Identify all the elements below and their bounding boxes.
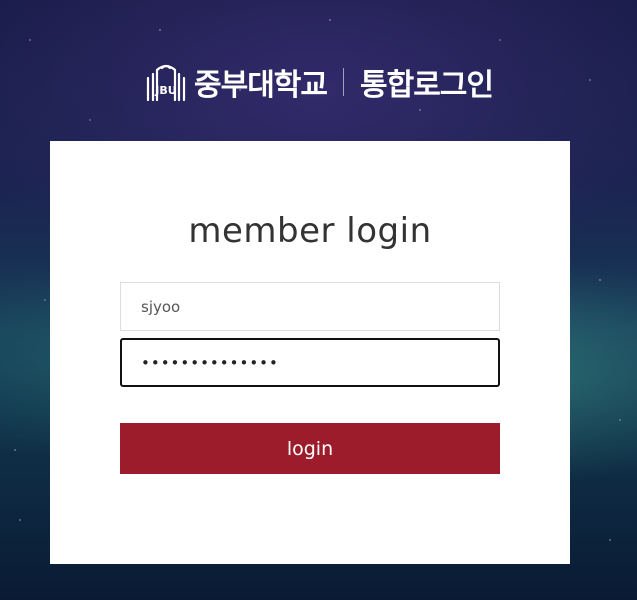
header-divider xyxy=(343,68,344,96)
login-card: member login login xyxy=(50,141,570,564)
university-name: 중부대학교 xyxy=(194,68,328,103)
emblem-text: JBU xyxy=(154,84,176,97)
login-button[interactable]: login xyxy=(120,423,500,474)
header: JBU 중부대학교 통합로그인 xyxy=(0,58,637,106)
password-input[interactable] xyxy=(120,338,500,387)
username-input[interactable] xyxy=(120,282,500,331)
integrated-login-title: 통합로그인 xyxy=(360,68,494,103)
card-title: member login xyxy=(188,211,432,251)
university-emblem-icon: JBU xyxy=(146,64,186,102)
